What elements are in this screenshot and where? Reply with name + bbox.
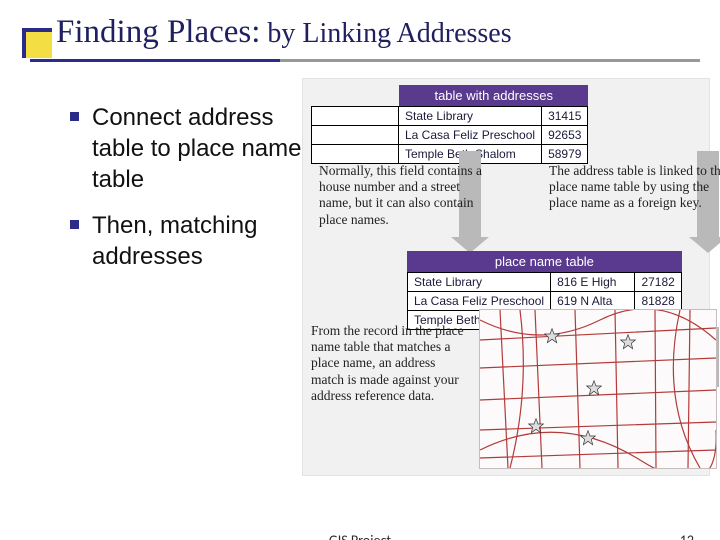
star-icon: [580, 430, 596, 446]
placename-table-caption: place name table: [407, 251, 682, 272]
title-ornament: [22, 28, 52, 58]
table-row: State Library31415: [312, 107, 588, 126]
table-row: La Casa Feliz Preschool92653: [312, 126, 588, 145]
diagram-panel: table with addresses State Library31415 …: [302, 78, 710, 476]
title-area: Finding Places: by Linking Addresses: [0, 0, 720, 57]
address-table: State Library31415 La Casa Feliz Prescho…: [311, 106, 588, 164]
bullet-list: Connect address table to place name tabl…: [30, 102, 302, 452]
table-row: La Casa Feliz Preschool619 N Alta81828: [408, 292, 682, 311]
page-number: 12: [680, 532, 694, 540]
star-icon: [544, 328, 560, 344]
list-item: Connect address table to place name tabl…: [70, 102, 302, 196]
title-main: Finding Places:: [56, 14, 260, 50]
note-text: The address table is linked to the place…: [549, 163, 720, 212]
body: Connect address table to place name tabl…: [0, 62, 720, 476]
star-icon: [620, 334, 636, 350]
title-rule: [30, 59, 700, 62]
slide-title: Finding Places: by Linking Addresses: [56, 14, 512, 50]
table-row: Temple Beth Shalom58979: [312, 145, 588, 164]
address-table-block: table with addresses State Library31415 …: [311, 85, 588, 164]
map-graphic: [479, 309, 717, 469]
list-item: Then, matching addresses: [70, 210, 302, 272]
table-row: State Library816 E High27182: [408, 273, 682, 292]
star-icon: [528, 418, 544, 434]
address-table-caption: table with addresses: [399, 85, 588, 106]
note-text: From the record in the place name table …: [311, 323, 471, 404]
note-text: Normally, this field contains a house nu…: [319, 163, 489, 228]
slide: Finding Places: by Linking Addresses Con…: [0, 0, 720, 540]
title-sub: by Linking Addresses: [260, 18, 511, 49]
star-icon: [586, 380, 602, 396]
footer-center: GIS Project: [329, 532, 391, 540]
